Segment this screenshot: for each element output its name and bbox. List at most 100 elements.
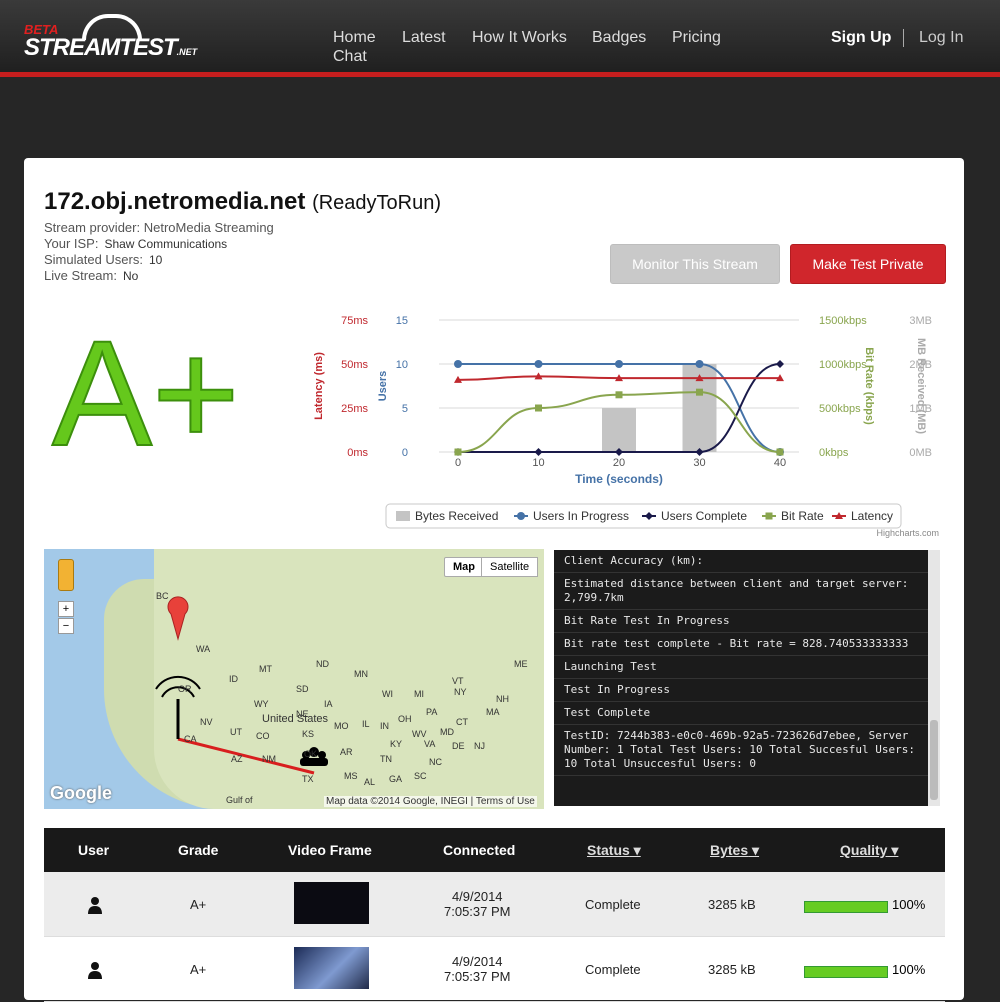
map-route-overlay — [155, 596, 328, 775]
log-entry: TestID: 7244b383-e0c0-469b-92a5-723626d7… — [554, 725, 940, 776]
y-tick-label: 50ms — [341, 359, 368, 371]
stream-host: 172.obj.netromedia.net — [44, 188, 306, 215]
isp-row: Your ISP: Shaw Communications — [44, 236, 228, 251]
legend-label: Latency — [851, 509, 893, 523]
provider-row: Stream provider: NetroMedia Streaming — [44, 220, 274, 235]
axis-title: MB Received (MB) — [915, 338, 927, 434]
results-table: User Grade Video Frame Connected Status … — [44, 828, 945, 1002]
row-bytes: 3285 kB — [708, 897, 756, 912]
col-bytes-sort[interactable]: Bytes ▾ — [710, 842, 759, 859]
logo-name: STREAMTEST.NET — [24, 34, 198, 61]
map-attribution: Map data ©2014 Google, INEGI | Terms of … — [324, 796, 537, 807]
table-row[interactable]: A+ 4/9/2014 7:05:37 PM Complete 3285 kB 1… — [44, 937, 945, 1002]
col-user: User — [78, 842, 110, 858]
performance-chart: 75ms50ms25ms0ms1510501500kbps1000kbps500… — [313, 315, 939, 538]
nav-latest[interactable]: Latest — [402, 29, 446, 47]
video-frame-thumbnail[interactable] — [294, 882, 369, 924]
grade-display: A+ — [51, 309, 241, 477]
axis-title: Users — [377, 371, 389, 402]
row-connected: 4/9/2014 7:05:37 PM — [444, 889, 511, 919]
users-row: Simulated Users: 10 — [44, 252, 163, 267]
row-status: Complete — [585, 962, 641, 977]
legend-label: Bit Rate — [781, 509, 824, 523]
nav-how-it-works[interactable]: How It Works — [472, 29, 567, 47]
y-tick-label: 0 — [402, 447, 408, 459]
log-entry: Bit rate test complete - Bit rate = 828.… — [554, 633, 940, 656]
legend-label: Users In Progress — [533, 509, 629, 523]
page-title: 172.obj.netromedia.net (ReadyToRun) — [44, 188, 441, 216]
y-tick-label: 25ms — [341, 403, 368, 415]
log-scrollbar[interactable] — [928, 550, 940, 806]
col-status-sort[interactable]: Status ▾ — [587, 842, 641, 859]
streamtest-logo[interactable]: BETA STREAMTEST.NET — [24, 12, 198, 64]
x-tick-label: 40 — [774, 457, 786, 469]
chart-credit: Highcharts.com — [876, 528, 939, 538]
y-tick-label: 3MB — [909, 315, 932, 327]
x-tick-label: 20 — [613, 457, 625, 469]
nav-chat[interactable]: Chat — [333, 48, 367, 66]
monitor-stream-button[interactable]: Monitor This Stream — [610, 244, 780, 284]
user-icon — [88, 962, 102, 979]
row-status: Complete — [585, 897, 641, 912]
nav-home[interactable]: Home — [333, 29, 376, 47]
quality-bar — [804, 901, 888, 913]
test-panel: 172.obj.netromedia.net (ReadyToRun) Stre… — [24, 158, 964, 1002]
x-axis-title: Time (seconds) — [575, 472, 663, 486]
x-tick-label: 0 — [455, 457, 461, 469]
sign-up-link[interactable]: Sign Up — [831, 29, 891, 47]
col-video-frame: Video Frame — [288, 842, 372, 858]
log-entry: Bit Rate Test In Progress — [554, 610, 940, 633]
table-row[interactable]: A+ 4/9/2014 7:05:37 PM Complete 3285 kB 1… — [44, 872, 945, 937]
data-point — [696, 388, 703, 396]
log-entry: Test Complete — [554, 702, 940, 725]
video-frame-thumbnail[interactable] — [294, 947, 369, 989]
y-tick-label: 1000kbps — [819, 359, 867, 371]
log-entry: Test In Progress — [554, 679, 940, 702]
y-tick-label: 1500kbps — [819, 315, 867, 327]
data-point — [695, 360, 704, 368]
route-line — [177, 737, 315, 775]
log-in-link[interactable]: Log In — [919, 29, 963, 47]
log-entry: Estimated distance between client and ta… — [554, 573, 940, 610]
y-tick-label: 0kbps — [819, 447, 849, 459]
stream-status: (ReadyToRun) — [312, 192, 442, 214]
row-grade: A+ — [190, 897, 207, 912]
data-point — [454, 448, 462, 456]
y-tick-label: 5 — [402, 403, 408, 415]
data-point — [534, 448, 543, 456]
data-point — [534, 360, 543, 368]
axis-title: Bit Rate (kbps) — [863, 347, 875, 425]
test-log-console[interactable]: Client Accuracy (km): Estimated distance … — [554, 550, 940, 806]
terms-of-use-link[interactable]: Terms of Use — [476, 796, 535, 807]
x-tick-label: 30 — [693, 457, 705, 469]
header: BETA STREAMTEST.NET Home Chat Latest How… — [0, 0, 1000, 74]
log-entry: Client Accuracy (km): — [554, 550, 940, 573]
col-connected: Connected — [443, 842, 516, 858]
nav-badges[interactable]: Badges — [592, 29, 646, 47]
nav-pricing[interactable]: Pricing — [672, 29, 721, 47]
make-private-button[interactable]: Make Test Private — [790, 244, 946, 284]
data-point — [517, 512, 525, 520]
row-quality: 100% — [892, 962, 926, 977]
col-quality-sort[interactable]: Quality ▾ — [840, 842, 898, 859]
legend-label: Users Complete — [661, 509, 747, 523]
data-point — [765, 512, 773, 520]
row-grade: A+ — [190, 962, 207, 977]
log-entries: Client Accuracy (km): Estimated distance … — [554, 550, 940, 776]
data-point — [535, 404, 542, 412]
legend-label: Bytes Received — [415, 509, 498, 523]
data-point — [454, 360, 462, 368]
y-tick-label: 500kbps — [819, 403, 861, 415]
quality-bar — [804, 966, 888, 978]
row-connected: 4/9/2014 7:05:37 PM — [444, 954, 511, 984]
row-bytes: 3285 kB — [708, 962, 756, 977]
x-tick-label: 10 — [532, 457, 544, 469]
location-pin-icon[interactable] — [167, 596, 189, 641]
log-scrollbar-thumb[interactable] — [930, 720, 938, 800]
col-grade: Grade — [178, 842, 219, 858]
y-tick-label: 75ms — [341, 315, 368, 327]
y-tick-label: 15 — [396, 315, 408, 327]
google-logo: Google — [50, 783, 112, 803]
location-map[interactable]: Map Satellite + − United States BC OR CA… — [44, 549, 544, 809]
header-accent-line — [0, 72, 1000, 77]
